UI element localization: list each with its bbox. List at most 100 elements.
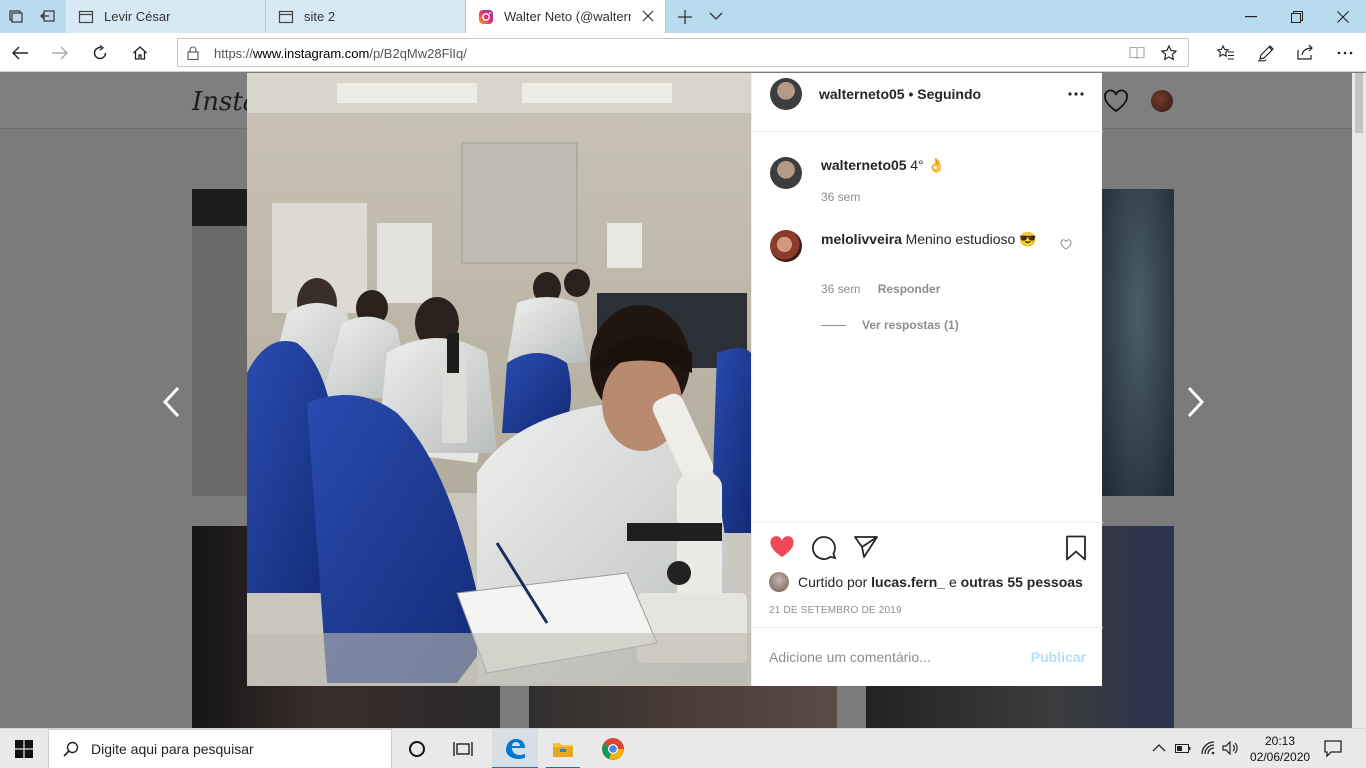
- clock-time: 20:13: [1264, 734, 1296, 748]
- instagram-page: Insta walterneto05 • Seguindo walterneto…: [0, 73, 1366, 728]
- post-details-panel: walterneto05 • Seguindo walterneto05 4° …: [751, 73, 1103, 687]
- address-bar[interactable]: https://www.instagram.com/p/B2qMw28FlIq/: [177, 38, 1189, 67]
- lock-icon[interactable]: [187, 46, 199, 60]
- browser-tab-strip: Levir César site 2 Walter Neto (@waltern…: [0, 0, 1366, 33]
- search-placeholder: Digite aqui para pesquisar: [91, 741, 254, 757]
- tab-title: site 2: [304, 9, 336, 24]
- close-icon: [1337, 10, 1349, 23]
- arrow-left-icon: [12, 46, 28, 60]
- forward-button[interactable]: [46, 39, 74, 67]
- system-clock[interactable]: 20:13 02/06/2020: [1250, 733, 1310, 765]
- home-icon: [133, 46, 147, 60]
- previous-post-arrow-icon[interactable]: [160, 385, 184, 419]
- like-heart-icon[interactable]: [769, 535, 795, 559]
- follow-status[interactable]: • Seguindo: [908, 86, 981, 102]
- close-tab-icon[interactable]: [641, 9, 655, 23]
- tab-walter-neto[interactable]: Walter Neto (@walterne: [466, 0, 666, 33]
- volume-icon[interactable]: [1222, 741, 1238, 755]
- chrome-button[interactable]: [590, 729, 636, 768]
- url-path: /p/B2qMw28FlIq/: [369, 46, 467, 61]
- reading-view-icon[interactable]: [1129, 46, 1145, 60]
- pen-icon[interactable]: [1257, 44, 1275, 62]
- battery-icon[interactable]: [1175, 742, 1191, 754]
- file-explorer-button[interactable]: [540, 729, 586, 768]
- browser-toolbar: https://www.instagram.com/p/B2qMw28FlIq/: [0, 33, 1366, 72]
- share-icon[interactable]: [1297, 44, 1315, 60]
- comment-icon[interactable]: [811, 535, 837, 561]
- comment-input[interactable]: Adicione um comentário...: [769, 649, 931, 665]
- liked-user[interactable]: lucas.fern_: [871, 574, 945, 590]
- more-options-icon[interactable]: [1068, 92, 1084, 96]
- scrollbar-thumb[interactable]: [1355, 73, 1363, 133]
- post-modal: walterneto05 • Seguindo walterneto05 4° …: [247, 73, 1103, 687]
- cortana-circle-icon: [409, 741, 425, 757]
- page-scrollbar[interactable]: [1352, 73, 1366, 728]
- chevron-down-icon[interactable]: [709, 11, 723, 21]
- lab-microscope-photo: [247, 73, 751, 686]
- home-button[interactable]: [126, 39, 154, 67]
- favorites-icon[interactable]: [1217, 45, 1235, 61]
- caption-text: 4° 👌: [910, 157, 945, 173]
- chevron-up-icon[interactable]: [1152, 743, 1166, 753]
- liked-others[interactable]: outras 55 pessoas: [961, 574, 1083, 590]
- heart-icon[interactable]: [1103, 89, 1129, 113]
- tab-levir-cesar[interactable]: Levir César: [66, 0, 266, 33]
- share-direct-icon[interactable]: [853, 535, 879, 559]
- set-tabs-aside-icon[interactable]: [40, 8, 56, 24]
- next-post-arrow-icon[interactable]: [1183, 385, 1207, 419]
- grid-post-tile[interactable]: [192, 189, 248, 496]
- post-header: walterneto05 • Seguindo: [752, 73, 1103, 132]
- close-window-button[interactable]: [1320, 0, 1366, 33]
- new-tab-icon[interactable]: [677, 9, 693, 25]
- view-replies-button[interactable]: Ver respostas (1): [821, 318, 959, 332]
- comment-age[interactable]: 36 sem: [821, 282, 860, 296]
- star-icon[interactable]: [1161, 45, 1177, 61]
- comment-like-heart-icon[interactable]: [1060, 239, 1072, 250]
- commenter-avatar[interactable]: [770, 230, 802, 262]
- post-photo[interactable]: [247, 73, 751, 686]
- back-button[interactable]: [6, 39, 34, 67]
- reply-button[interactable]: Responder: [878, 282, 941, 296]
- bookmark-icon[interactable]: [1065, 535, 1087, 561]
- restore-button[interactable]: [1274, 0, 1320, 33]
- comment-username[interactable]: melolivveira: [821, 231, 902, 247]
- more-options-icon[interactable]: [1337, 51, 1353, 55]
- refresh-button[interactable]: [86, 39, 114, 67]
- url-domain: www.instagram.com: [253, 46, 370, 61]
- clock-date: 02/06/2020: [1250, 750, 1311, 764]
- edge-taskbar-button[interactable]: [492, 729, 538, 768]
- folder-icon: [553, 743, 573, 757]
- wifi-icon[interactable]: [1200, 740, 1216, 756]
- tab-actions-icon[interactable]: [8, 8, 24, 24]
- windows-taskbar: Digite aqui para pesquisar 20:13 02/06/2…: [0, 728, 1366, 768]
- author-username[interactable]: walterneto05: [819, 86, 905, 102]
- liker-avatar[interactable]: [769, 572, 789, 592]
- minimize-button[interactable]: [1228, 0, 1274, 33]
- restore-icon: [1291, 10, 1303, 23]
- tab-site-2[interactable]: site 2: [266, 0, 466, 33]
- author-avatar[interactable]: [770, 78, 802, 110]
- search-icon: [63, 741, 79, 757]
- grid-post-tile[interactable]: [1102, 189, 1174, 496]
- liked-middle: e: [948, 574, 957, 590]
- tab-title: Walter Neto (@walterne: [504, 9, 631, 24]
- taskbar-search[interactable]: Digite aqui para pesquisar: [48, 729, 392, 768]
- comment-text: Menino estudioso 😎: [905, 231, 1037, 247]
- url-text: https://www.instagram.com/p/B2qMw28FlIq/: [214, 46, 467, 61]
- cortana-button[interactable]: [394, 729, 440, 768]
- profile-avatar[interactable]: [1151, 90, 1173, 112]
- post-author: walterneto05 • Seguindo: [819, 86, 981, 102]
- caption-age[interactable]: 36 sem: [821, 190, 860, 204]
- publish-button[interactable]: Publicar: [1031, 649, 1086, 665]
- post-date[interactable]: 21 DE SETEMBRO DE 2019: [769, 605, 902, 616]
- add-comment-area: Adicione um comentário... Publicar: [752, 627, 1103, 687]
- notifications-icon[interactable]: [1324, 740, 1342, 758]
- task-view-button[interactable]: [440, 729, 486, 768]
- comment-meta: 36 sem Responder: [821, 282, 940, 296]
- start-button[interactable]: [0, 729, 48, 768]
- caption-username[interactable]: walterneto05: [821, 157, 907, 173]
- replies-divider-line: [821, 324, 846, 326]
- caption-author-avatar[interactable]: [770, 157, 802, 189]
- task-view-icon: [453, 742, 473, 756]
- chrome-icon: [602, 738, 624, 760]
